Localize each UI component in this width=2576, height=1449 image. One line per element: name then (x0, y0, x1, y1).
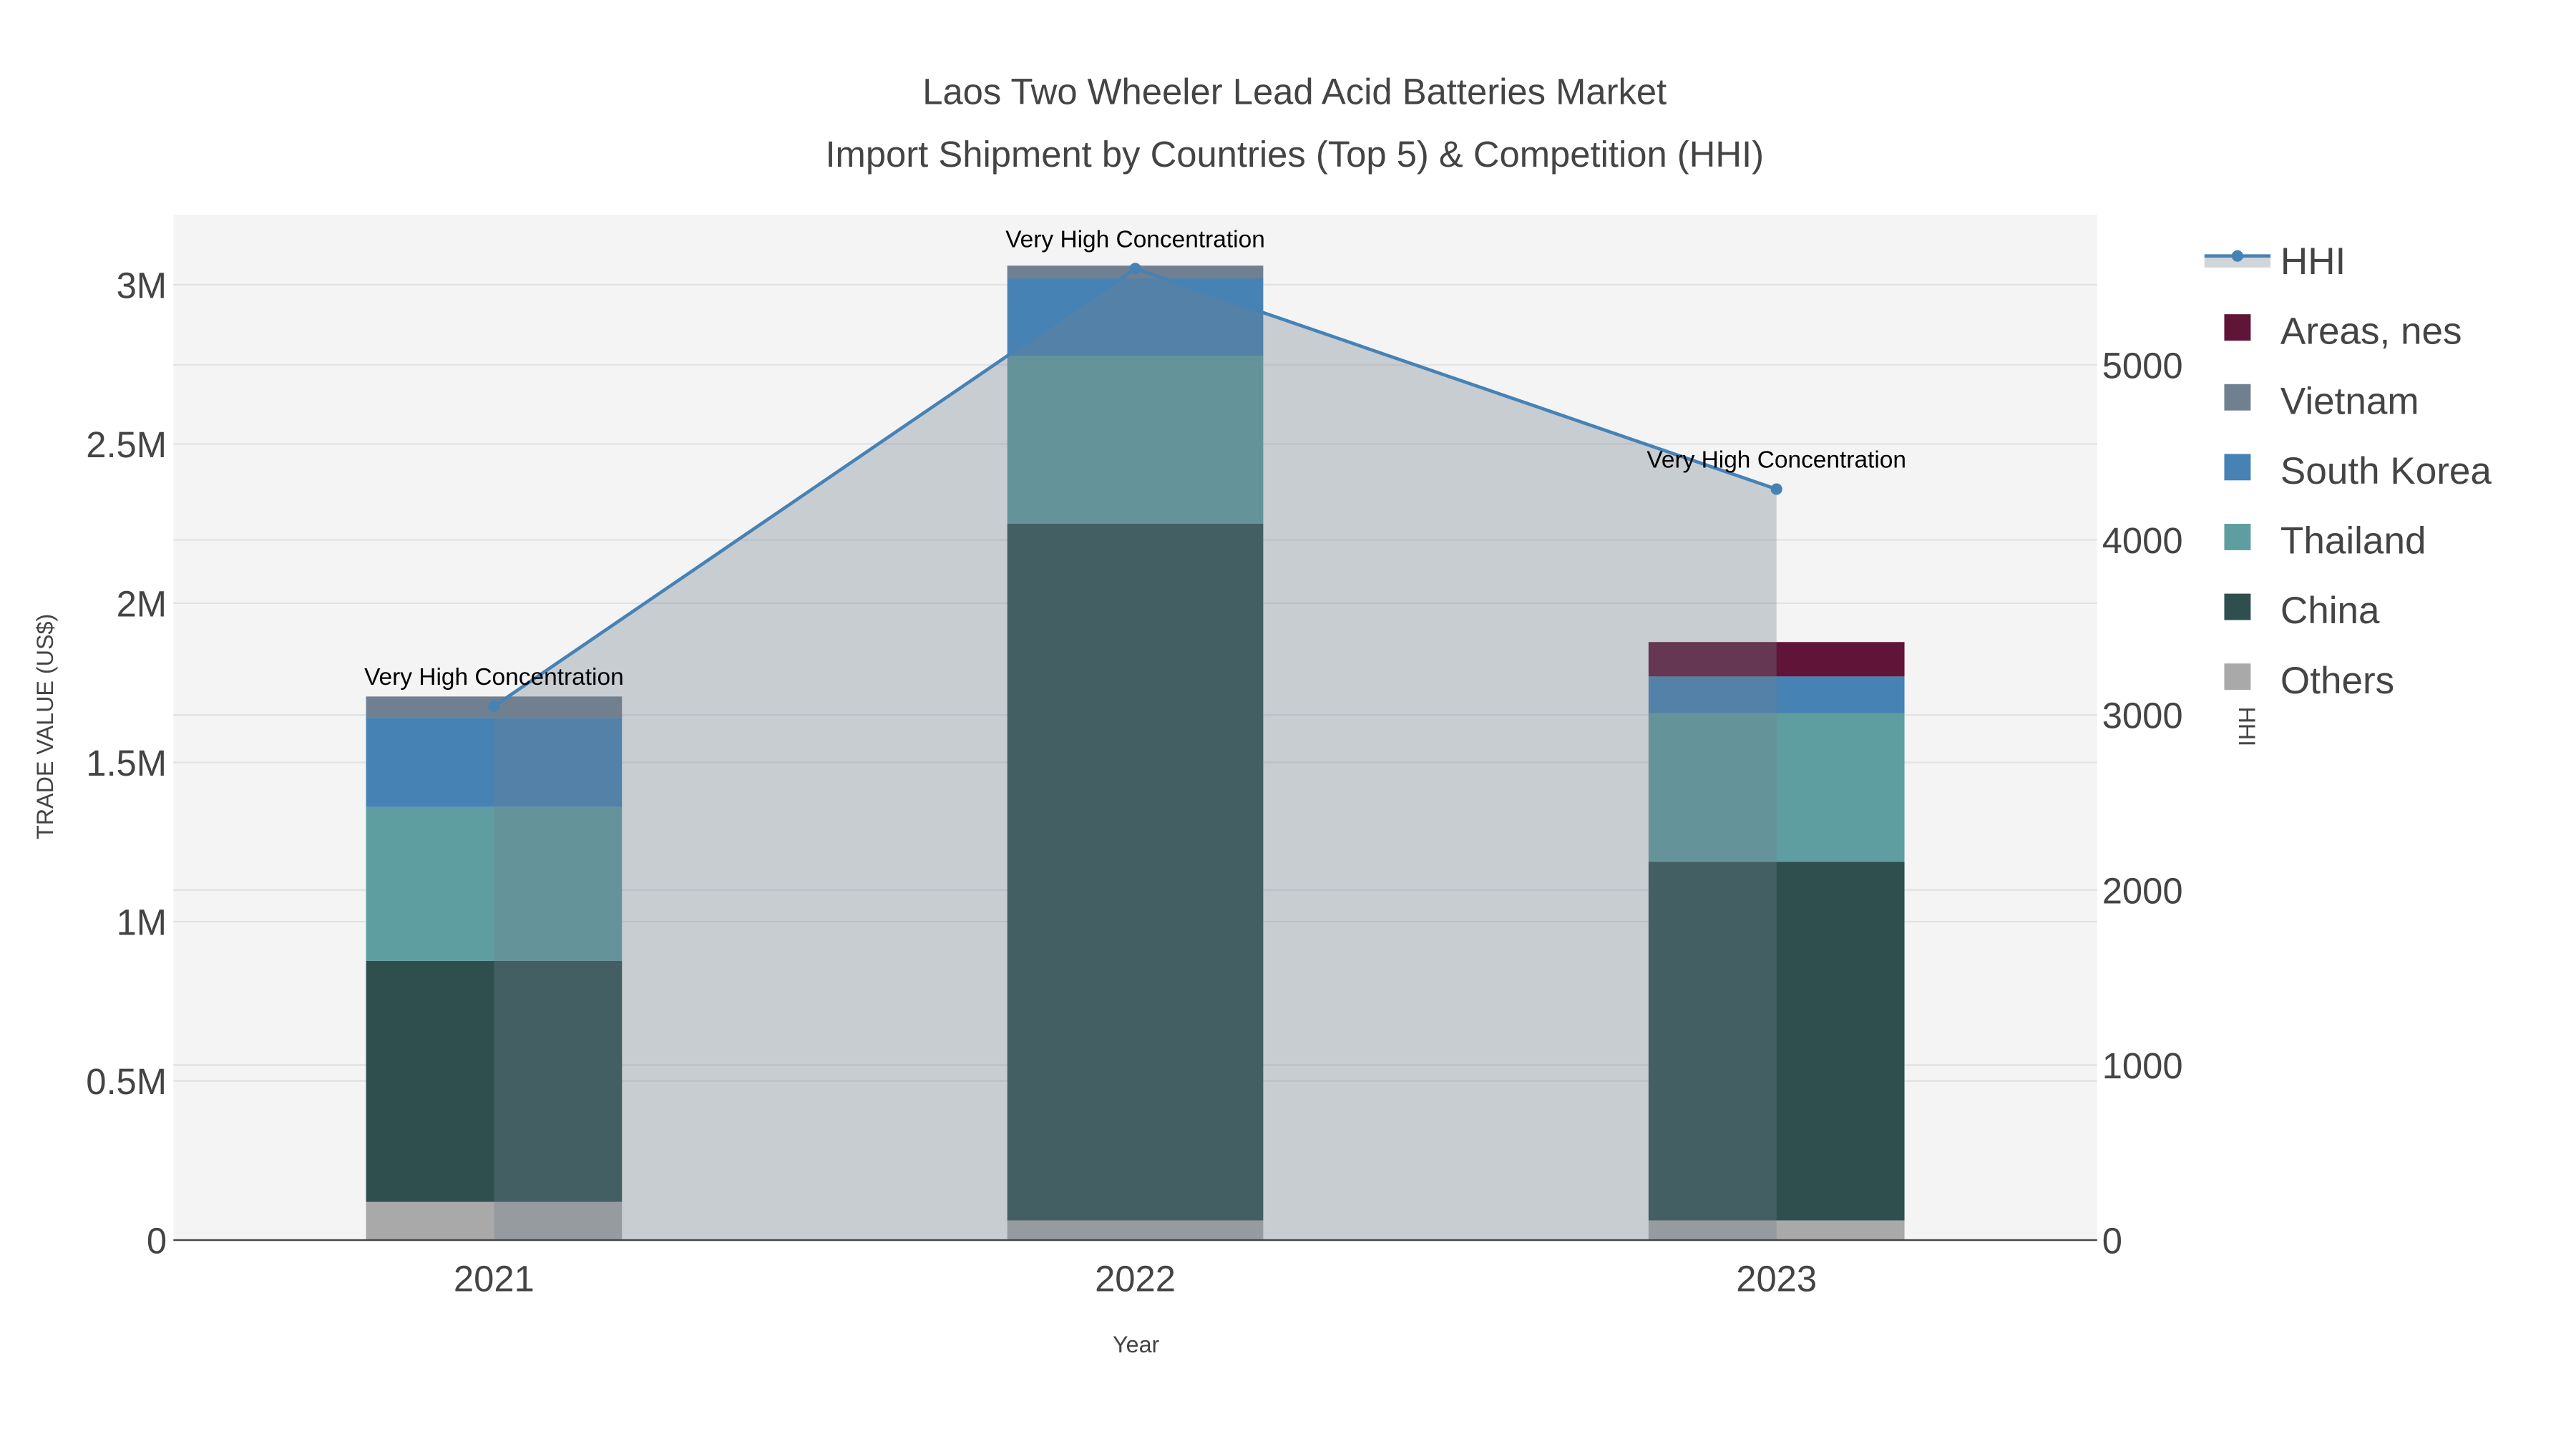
legend-label: Others (2280, 660, 2394, 702)
x-tick-label: 2021 (454, 1259, 535, 1299)
y2-axis-title: HHI (2234, 707, 2260, 747)
hhi-annotation: Very High Concentration (1005, 226, 1265, 253)
legend-label: Vietnam (2280, 380, 2419, 422)
legend-hhi-marker (2231, 250, 2243, 262)
legend-swatch (2224, 593, 2251, 620)
legend-label: Areas, nes (2280, 311, 2462, 353)
legend-label: South Korea (2280, 450, 2492, 492)
legend-swatch (2224, 384, 2251, 411)
legend-swatch (2224, 663, 2251, 691)
y2-tick-label: 0 (2102, 1221, 2122, 1262)
legend-swatch (2224, 524, 2251, 550)
y-axis-title: TRADE VALUE (US$) (32, 614, 58, 839)
hhi-point (1770, 483, 1782, 495)
legend-swatch (2224, 314, 2251, 341)
chart-title-line1: Laos Two Wheeler Lead Acid Batteries Mar… (922, 71, 1667, 112)
y2-tick-label: 1000 (2102, 1045, 2183, 1086)
y2-tick-label: 2000 (2102, 870, 2183, 911)
x-tick-label: 2023 (1736, 1259, 1817, 1299)
hhi-annotation: Very High Concentration (364, 664, 624, 691)
y-tick-label: 0.5M (86, 1061, 167, 1102)
y-tick-label: 0 (147, 1221, 167, 1262)
x-axis-title: Year (1113, 1332, 1160, 1357)
y-tick-label: 1M (117, 902, 167, 942)
hhi-point (1129, 263, 1141, 275)
hhi-point (488, 700, 500, 713)
legend-label: HHI (2280, 240, 2346, 283)
x-tick-label: 2022 (1095, 1259, 1176, 1299)
chart: Very High Concentration Very High Concent… (32, 71, 2576, 1357)
y2-tick-label: 4000 (2102, 520, 2183, 561)
chart-title-line2: Import Shipment by Countries (Top 5) & C… (825, 134, 1764, 175)
legend-label: China (2280, 590, 2380, 632)
legend-swatch (2224, 454, 2251, 481)
legend-label: Thailand (2280, 520, 2426, 562)
y-tick-label: 2M (117, 583, 167, 624)
y-tick-label: 1.5M (86, 743, 167, 784)
y2-tick-label: 5000 (2102, 345, 2183, 386)
y-tick-label: 2.5M (86, 424, 167, 465)
y-tick-label: 3M (117, 265, 167, 306)
y2-tick-label: 3000 (2102, 696, 2183, 736)
hhi-annotation: Very High Concentration (1646, 447, 1906, 474)
